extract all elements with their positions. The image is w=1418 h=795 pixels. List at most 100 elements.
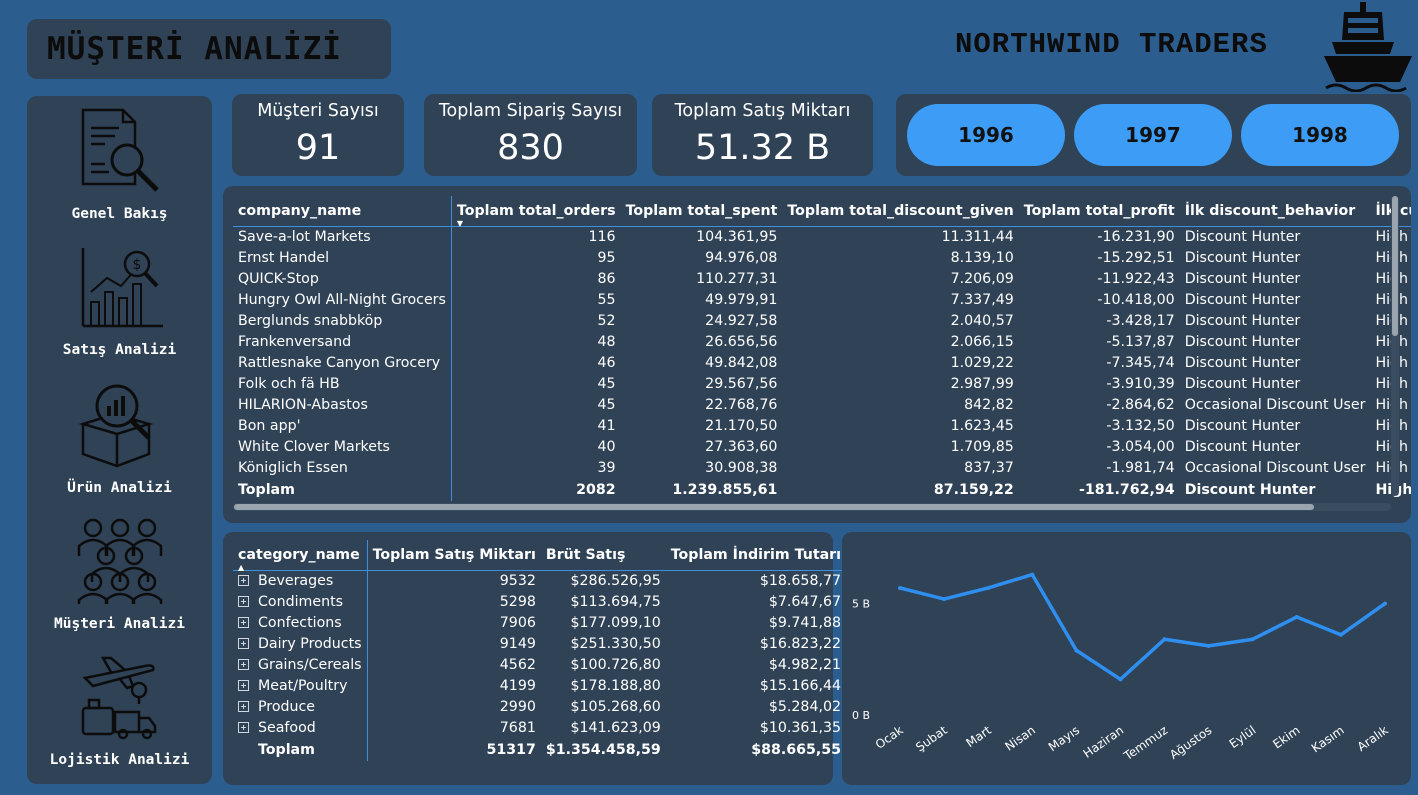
- table-row[interactable]: QUICK-Stop 86 110.277,31 7.206,09 -11.922,43…: [233, 268, 1411, 289]
- table-cell: Discount Hunter: [1184, 417, 1301, 434]
- table-row[interactable]: Condiments 5298 $113.694,75 $7.647,67: [233, 591, 846, 612]
- page-title: MÜŞTERİ ANALİZİ: [47, 31, 342, 67]
- year-button-1996[interactable]: 1996: [907, 104, 1065, 166]
- expand-plus-icon[interactable]: [238, 637, 249, 649]
- data-point[interactable]: [986, 585, 991, 590]
- table-row[interactable]: Ernst Handel 95 94.976,08 8.139,10 -15.292,5…: [233, 247, 1411, 268]
- table-cell: Discount Hunter: [1184, 438, 1301, 455]
- table-cell: $18.658,77: [759, 572, 842, 589]
- table-row[interactable]: Dairy Products 9149 $251.330,50 $16.823,22: [233, 633, 846, 654]
- table-cell: 104.361,95: [696, 228, 778, 245]
- table-row[interactable]: Königlich Essen 39 30.908,38 837,37 -1.981,7…: [233, 457, 1411, 478]
- sort-descending-icon: ▼: [456, 218, 464, 228]
- expand-plus-icon[interactable]: [238, 574, 249, 586]
- data-point[interactable]: [1383, 601, 1387, 606]
- table-row[interactable]: Bon app' 41 21.170,50 1.623,45 -3.132,50 Disc…: [233, 415, 1411, 436]
- table-row[interactable]: Grains/Cereals 4562 $100.726,80 $4.982,21: [233, 654, 846, 675]
- table-cell: 1.709,85: [950, 438, 1014, 455]
- sidebar-item-urun-analizi[interactable]: Ürün Analizi: [27, 380, 212, 496]
- data-point[interactable]: [1074, 648, 1079, 653]
- table-cell: 26.656,56: [705, 333, 778, 350]
- table-row[interactable]: Seafood 7681 $141.623,09 $10.361,35: [233, 717, 846, 738]
- column-header[interactable]: Brüt Satış: [540, 540, 666, 571]
- logistics-icon: [81, 656, 156, 740]
- table-cell: $286.526,95: [570, 572, 661, 589]
- sidebar-item-label: Müşteri Analizi: [54, 616, 185, 632]
- scrollbar-thumb[interactable]: [234, 504, 1314, 510]
- table-cell: 55: [597, 291, 616, 308]
- table-total-row[interactable]: Toplam 2082 1.239.855,61 87.159,22 -181.762,…: [233, 478, 1411, 501]
- table-row[interactable]: Folk och fä HB 45 29.567,56 2.987,99 -3.910,…: [233, 373, 1411, 394]
- series-line[interactable]: [899, 572, 1387, 682]
- column-header[interactable]: Toplam İndirim Tutarı: [665, 540, 847, 571]
- data-point[interactable]: [942, 597, 947, 602]
- brand-name: NORTHWIND TRADERS: [955, 28, 1268, 61]
- expand-plus-icon[interactable]: [238, 658, 249, 670]
- expand-plus-icon[interactable]: [238, 679, 249, 691]
- column-header-sorted[interactable]: category_name ▲: [233, 540, 368, 572]
- category-cell: Confections: [233, 612, 368, 633]
- table-row[interactable]: Produce 2990 $105.268,60 $5.284,02: [233, 696, 846, 717]
- table-cell: $9.741,88: [768, 614, 842, 631]
- table-row[interactable]: Hungry Owl All-Night Grocers 55 49.979,91 7…: [233, 289, 1411, 310]
- category-cell: Beverages: [233, 570, 368, 591]
- column-header[interactable]: İlk discount_behavior: [1179, 196, 1371, 227]
- column-header[interactable]: Toplam total_discount_given: [782, 196, 1019, 227]
- table-cell: 9532: [499, 572, 536, 589]
- category-cell: Grains/Cereals: [233, 654, 368, 675]
- sidebar-item-genel-bakis[interactable]: Genel Bakış: [27, 104, 212, 222]
- scrollbar-thumb[interactable]: [1392, 196, 1398, 336]
- table-row[interactable]: Save-a-lot Markets 116 104.361,95 11.311,44…: [233, 226, 1411, 247]
- data-point[interactable]: [1118, 677, 1123, 682]
- year-button-1998[interactable]: 1998: [1241, 104, 1399, 166]
- data-point[interactable]: [1250, 637, 1255, 642]
- vertical-scrollbar[interactable]: [1391, 196, 1399, 496]
- table-cell: Hungry Owl All-Night Grocers: [233, 289, 452, 310]
- category-cell: Seafood: [233, 717, 368, 738]
- sidebar-item-satis-analizi[interactable]: $ Satış Analizi: [27, 244, 212, 358]
- data-point[interactable]: [1162, 637, 1167, 642]
- table-cell: 110.277,31: [696, 270, 778, 287]
- data-point[interactable]: [1294, 614, 1299, 619]
- expand-plus-icon[interactable]: [238, 595, 249, 607]
- kpi-value: 91: [295, 128, 341, 168]
- table-row[interactable]: Frankenversand 48 26.656,56 2.066,15 -5.137,…: [233, 331, 1411, 352]
- data-point[interactable]: [1206, 643, 1211, 648]
- column-header[interactable]: Toplam total_spent: [620, 196, 783, 227]
- sidebar-item-musteri-analizi[interactable]: Müşteri Analizi: [27, 516, 212, 632]
- sidebar-item-lojistik-analizi[interactable]: Lojistik Analizi: [27, 656, 212, 768]
- column-header[interactable]: Toplam total_profit: [1018, 196, 1180, 227]
- table-cell: 7906: [499, 614, 536, 631]
- horizontal-scrollbar[interactable]: [233, 503, 1391, 511]
- category-table: category_name ▲ Toplam Satış Miktarı Brüt…: [233, 540, 847, 761]
- table-row[interactable]: Berglunds snabbköp 52 24.927,58 2.040,57 -3.…: [233, 310, 1411, 331]
- expand-plus-icon[interactable]: [238, 616, 249, 628]
- table-row[interactable]: White Clover Markets 40 27.363,60 1.709,85 -…: [233, 436, 1411, 457]
- table-row[interactable]: Beverages 9532 $286.526,95 $18.658,77: [233, 570, 846, 591]
- table-cell: 39: [597, 459, 616, 476]
- table-row[interactable]: Meat/Poultry 4199 $178.188,80 $15.166,44: [233, 675, 846, 696]
- table-row[interactable]: Rattlesnake Canyon Grocery 46 49.842,08 1.0…: [233, 352, 1411, 373]
- expand-plus-icon[interactable]: [238, 721, 249, 733]
- data-point[interactable]: [1030, 572, 1035, 577]
- table-cell: Occasional Discount User: [1184, 396, 1366, 413]
- data-point[interactable]: [898, 585, 902, 590]
- x-tick-label: Aralık: [1355, 723, 1391, 754]
- table-total-row[interactable]: Toplam 51317 $1.354.458,59 $88.665,55: [233, 738, 846, 761]
- table-cell: Folk och fä HB: [233, 373, 452, 394]
- table-cell: -5.137,87: [1106, 333, 1175, 350]
- table-cell: $5.284,02: [768, 698, 842, 715]
- kpi-label: Toplam Satış Miktarı: [674, 101, 851, 121]
- column-header-sorted[interactable]: Toplam total_orders ▼: [451, 196, 621, 228]
- y-tick-label: 5 B: [852, 598, 870, 611]
- expand-plus-icon[interactable]: [238, 700, 249, 712]
- table-cell: 45: [597, 396, 616, 413]
- table-row[interactable]: HILARION-Abastos 45 22.768,76 842,82 -2.864,…: [233, 394, 1411, 415]
- table-cell: -10.418,00: [1097, 291, 1175, 308]
- column-header[interactable]: Toplam Satış Miktarı: [367, 540, 541, 571]
- table-row[interactable]: Confections 7906 $177.099,10 $9.741,88: [233, 612, 846, 633]
- column-header[interactable]: company_name: [233, 196, 452, 227]
- year-button-1997[interactable]: 1997: [1074, 104, 1232, 166]
- table-cell: 51317: [486, 741, 536, 758]
- data-point[interactable]: [1338, 632, 1343, 637]
